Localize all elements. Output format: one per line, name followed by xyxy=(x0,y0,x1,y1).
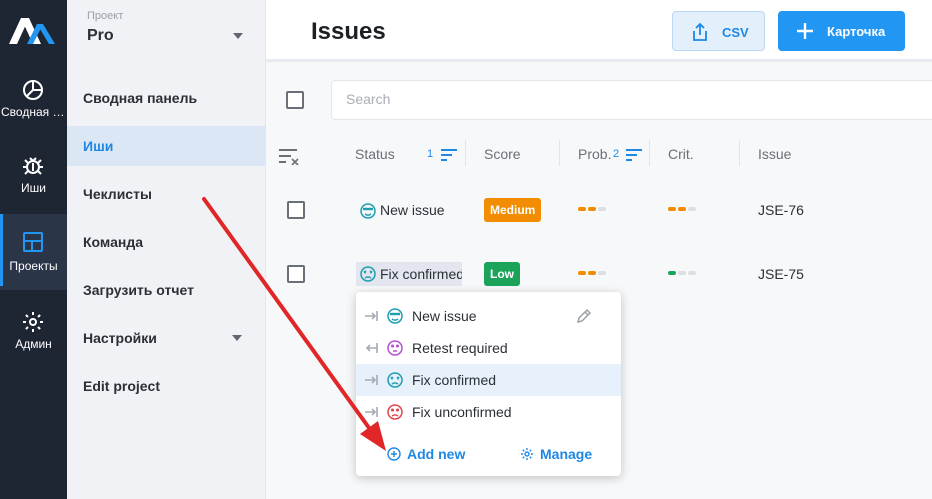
rail-item-dashboard[interactable]: Сводная панель xyxy=(0,74,67,146)
column-divider xyxy=(465,140,466,166)
gear-icon xyxy=(23,312,43,332)
arrow-right-icon xyxy=(365,407,378,417)
sort-icon[interactable] xyxy=(440,148,458,162)
option-label: New issue xyxy=(412,308,477,324)
prob-indicator xyxy=(578,207,608,211)
rail-item-projects[interactable]: Проекты xyxy=(0,214,67,290)
status-option-retest-required[interactable]: Retest required xyxy=(356,332,621,364)
project-sidebar: Проект Pro Сводная панель Иши Чеклисты К… xyxy=(67,0,266,499)
app-rail: Сводная панель Иши Проекты Админ xyxy=(0,0,67,499)
plus-icon xyxy=(797,23,813,39)
chevron-down-icon[interactable] xyxy=(233,33,243,39)
rail-item-label: Проекты xyxy=(9,259,58,273)
export-csv-button[interactable]: CSV xyxy=(672,11,765,51)
column-crit[interactable]: Crit. xyxy=(668,146,694,162)
dizzy-face-icon xyxy=(387,372,403,388)
status-sort-order: 1 xyxy=(427,148,434,160)
select-all-checkbox[interactable] xyxy=(286,91,304,109)
sidebar-item-issues[interactable]: Иши xyxy=(67,126,265,166)
sad-face-icon xyxy=(387,404,403,420)
upload-icon xyxy=(693,22,707,41)
arrow-left-icon xyxy=(365,343,378,353)
card-button-label: Карточка xyxy=(827,24,886,39)
project-caption: Проект xyxy=(87,10,124,22)
manage-label: Manage xyxy=(540,446,593,462)
prob-indicator xyxy=(578,271,608,275)
search-box xyxy=(331,80,932,120)
rail-item-label: Иши xyxy=(21,181,46,195)
project-selector[interactable]: Pro xyxy=(87,27,114,45)
rail-item-label: Сводная панель xyxy=(1,105,67,119)
cool-face-icon xyxy=(360,203,376,219)
arrow-right-icon xyxy=(365,311,378,321)
sidebar-item-label: Настройки xyxy=(83,330,157,346)
plus-circle-icon xyxy=(387,447,401,461)
column-divider xyxy=(559,140,560,166)
crit-indicator xyxy=(668,271,698,275)
pencil-icon[interactable] xyxy=(576,308,592,324)
rail-item-admin[interactable]: Админ xyxy=(0,306,67,378)
score-badge: Medium xyxy=(484,198,542,222)
bug-icon xyxy=(23,157,43,175)
sidebar-item-checklists[interactable]: Чеклисты xyxy=(67,174,265,214)
sidebar-item-upload-report[interactable]: Загрузить отчет xyxy=(67,270,265,310)
status-dropdown: New issue Retest required Fix confirmed … xyxy=(356,292,621,476)
sort-icon[interactable] xyxy=(625,148,643,162)
gear-icon xyxy=(521,448,533,460)
csv-button-label: CSV xyxy=(722,25,749,40)
score-badge: Low xyxy=(484,262,520,286)
column-divider xyxy=(739,140,740,166)
page-header: Issues CSV Карточка xyxy=(266,0,932,62)
add-card-button[interactable]: Карточка xyxy=(778,11,905,51)
row-status-value[interactable]: Fix confirmed xyxy=(380,266,462,282)
dashboard-icon xyxy=(23,80,43,100)
rail-item-label: Админ xyxy=(15,337,52,351)
sidebar-item-edit-project[interactable]: Edit project xyxy=(67,366,265,406)
prob-sort-order: 2 xyxy=(613,148,620,160)
column-issue[interactable]: Issue xyxy=(758,146,791,162)
clear-filter-icon[interactable] xyxy=(278,147,300,165)
status-option-new-issue[interactable]: New issue xyxy=(356,300,621,332)
sidebar-item-team[interactable]: Команда xyxy=(67,222,265,262)
option-label: Fix unconfirmed xyxy=(412,404,512,420)
app-logo[interactable] xyxy=(9,18,57,44)
column-score[interactable]: Score xyxy=(484,146,521,162)
add-new-label: Add new xyxy=(407,446,466,462)
arrow-right-icon xyxy=(365,375,378,385)
crit-indicator xyxy=(668,207,698,211)
column-status[interactable]: Status xyxy=(355,146,395,162)
status-option-fix-unconfirmed[interactable]: Fix unconfirmed xyxy=(356,396,621,428)
column-divider xyxy=(649,140,650,166)
status-option-fix-confirmed[interactable]: Fix confirmed xyxy=(356,364,621,396)
page-title: Issues xyxy=(311,18,386,45)
thinking-face-icon xyxy=(387,340,403,356)
option-label: Fix confirmed xyxy=(412,372,497,388)
column-prob[interactable]: Prob. xyxy=(578,146,611,162)
sidebar-item-dashboard[interactable]: Сводная панель xyxy=(67,78,265,118)
cool-face-icon xyxy=(387,308,403,324)
option-label: Retest required xyxy=(412,340,508,356)
search-input[interactable] xyxy=(346,91,846,107)
issue-id[interactable]: JSE-75 xyxy=(758,266,804,282)
sidebar-item-settings[interactable]: Настройки xyxy=(67,318,265,358)
projects-icon xyxy=(23,232,43,252)
chevron-down-icon xyxy=(232,335,242,341)
row-status-value[interactable]: New issue xyxy=(380,202,445,218)
issue-id[interactable]: JSE-76 xyxy=(758,202,804,218)
row-checkbox[interactable] xyxy=(287,265,305,283)
dizzy-face-icon xyxy=(360,266,376,282)
row-checkbox[interactable] xyxy=(287,201,305,219)
rail-item-issues[interactable]: Иши xyxy=(0,150,67,222)
